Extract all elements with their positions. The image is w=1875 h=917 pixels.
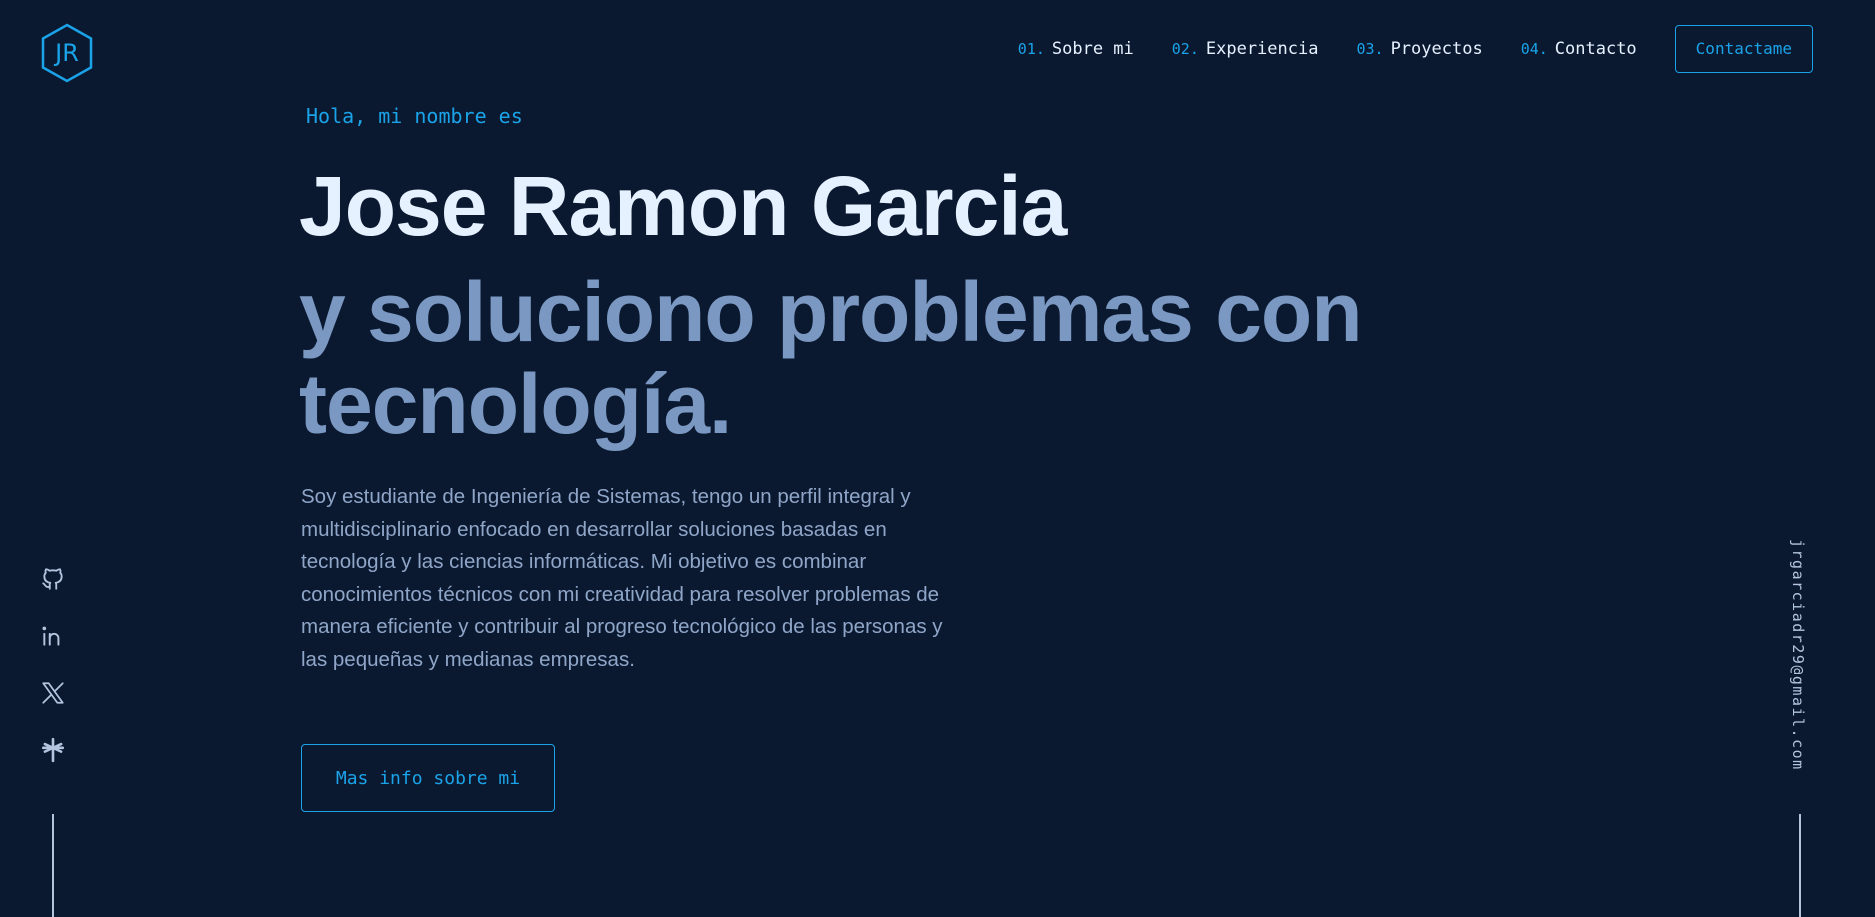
hero-description: Soy estudiante de Ingeniería de Sistemas…	[301, 485, 943, 671]
nav-label: Sobre mi	[1051, 39, 1134, 59]
right-rail-line	[1799, 814, 1801, 917]
nav-number: 04.	[1520, 40, 1548, 58]
nav-item-experiencia[interactable]: 02. Experiencia	[1172, 39, 1319, 59]
x-twitter-icon	[42, 682, 64, 704]
nav-item-proyectos[interactable]: 03. Proyectos	[1356, 39, 1482, 59]
linkedin-link[interactable]	[36, 623, 70, 657]
email-link[interactable]: jrgarciadr29@gmail.com	[1789, 539, 1807, 771]
nav-item-contacto[interactable]: 04. Contacto	[1521, 39, 1637, 59]
linktree-icon	[41, 737, 65, 763]
left-rail-line	[52, 814, 54, 917]
hero-greeting: Hola, mi nombre es	[306, 104, 523, 128]
main-nav: 01. Sobre mi 02. Experiencia 03. Proyect…	[1018, 25, 1813, 73]
nav-number: 03.	[1356, 40, 1384, 58]
linktree-link[interactable]	[36, 737, 70, 771]
nav-label: Proyectos	[1390, 39, 1483, 59]
social-links	[36, 566, 70, 794]
more-info-button[interactable]: Mas info sobre mi	[301, 744, 555, 812]
contact-button[interactable]: Contactame	[1674, 25, 1813, 73]
logo-text: JR	[55, 39, 79, 67]
x-twitter-link[interactable]	[36, 680, 70, 714]
linkedin-icon	[42, 626, 60, 646]
logo[interactable]: JR	[40, 23, 94, 83]
hero-tagline: y soluciono problemas con tecnología.	[299, 265, 1363, 451]
nav-number: 02.	[1171, 40, 1199, 58]
nav-item-sobre-mi[interactable]: 01. Sobre mi	[1018, 39, 1134, 59]
nav-label: Experiencia	[1205, 39, 1319, 59]
github-link[interactable]	[36, 566, 70, 600]
github-icon	[42, 568, 63, 590]
nav-label: Contacto	[1554, 39, 1637, 59]
nav-number: 01.	[1017, 40, 1045, 58]
hero-name: Jose Ramon Garcia	[299, 159, 1067, 253]
